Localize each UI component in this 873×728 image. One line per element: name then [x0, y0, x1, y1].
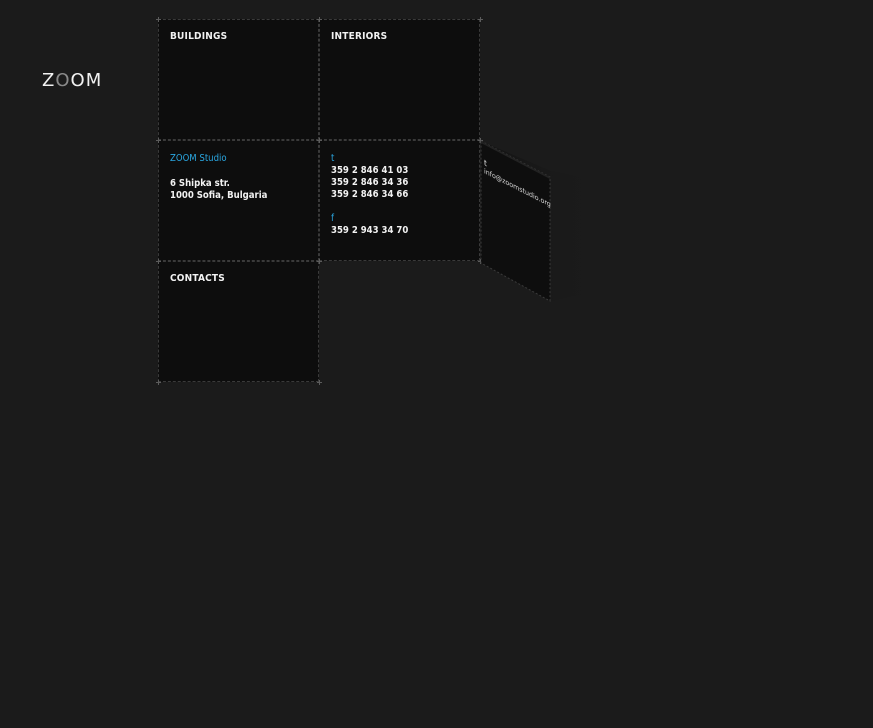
email-card[interactable]: t info@zoomstudio.org	[480, 140, 601, 302]
interiors-tile[interactable]: INTERIORS	[319, 19, 480, 140]
city-address: 1000 Sofia, Bulgaria	[170, 190, 268, 201]
telephone-2: 359 2 846 34 36	[331, 177, 409, 188]
logo-o: O	[55, 70, 71, 91]
corner-marker	[156, 17, 161, 22]
corner-marker	[317, 17, 322, 22]
phones-tile: t 359 2 846 41 03 359 2 846 34 36 359 2 …	[319, 140, 480, 261]
corner-marker	[317, 259, 322, 264]
corner-marker	[156, 259, 161, 264]
contacts-tile[interactable]: CONTACTS	[158, 261, 319, 382]
contacts-label: CONTACTS	[170, 273, 225, 284]
logo-m: M	[85, 70, 103, 91]
corner-marker	[317, 380, 322, 385]
telephone-label: t	[331, 153, 335, 164]
fax-label: f	[331, 213, 335, 224]
phones-block: t 359 2 846 41 03 359 2 846 34 36 359 2 …	[331, 153, 408, 237]
telephone-1: 359 2 846 41 03	[331, 165, 409, 176]
buildings-tile[interactable]: BUILDINGS	[158, 19, 319, 140]
corner-marker	[156, 138, 161, 143]
studio-name: ZOOM Studio	[170, 153, 227, 164]
address-block: ZOOM Studio 6 Shipka str. 1000 Sofia, Bu…	[170, 153, 267, 202]
logo-z: Z	[42, 70, 56, 91]
corner-marker	[478, 17, 483, 22]
logo[interactable]: ZOOM	[42, 70, 102, 91]
corner-marker	[317, 138, 322, 143]
buildings-label: BUILDINGS	[170, 31, 228, 42]
street-address: 6 Shipka str.	[170, 178, 230, 189]
fax-1: 359 2 943 34 70	[331, 225, 409, 236]
interiors-label: INTERIORS	[331, 31, 388, 42]
address-tile: ZOOM Studio 6 Shipka str. 1000 Sofia, Bu…	[158, 140, 319, 261]
corner-marker	[156, 380, 161, 385]
logo-o: O	[70, 70, 86, 91]
telephone-3: 359 2 846 34 66	[331, 189, 409, 200]
